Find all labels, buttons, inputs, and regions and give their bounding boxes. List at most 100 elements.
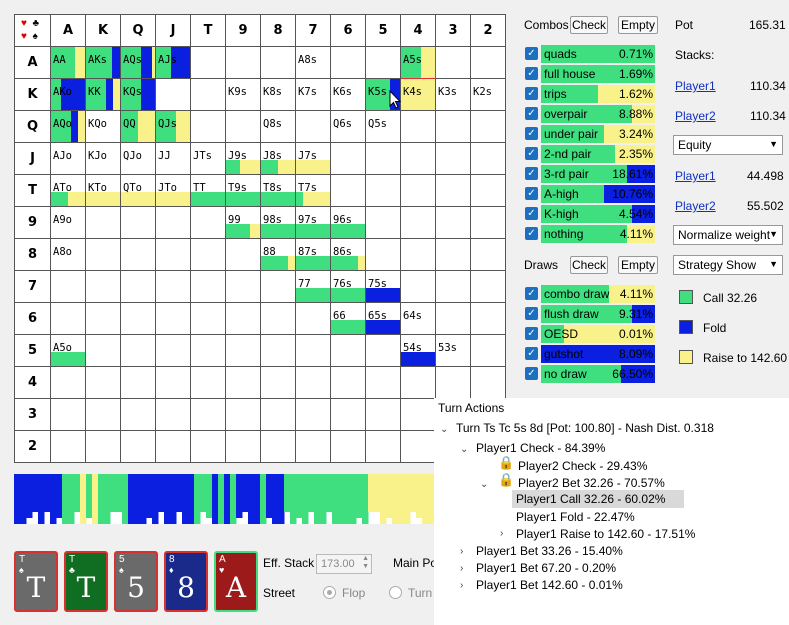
combos-filter-row[interactable]: ✓ 2-nd pair 2.35% <box>525 145 655 163</box>
hand-cell[interactable]: AJo <box>51 143 86 175</box>
hand-cell[interactable]: QJo <box>121 143 156 175</box>
empty-hand-cell[interactable] <box>121 271 156 303</box>
empty-hand-cell[interactable] <box>401 143 436 175</box>
empty-hand-cell[interactable] <box>191 399 226 431</box>
empty-hand-cell[interactable] <box>471 47 506 79</box>
hand-cell[interactable]: KQs <box>121 79 156 111</box>
hand-cell[interactable]: 86s <box>331 239 366 271</box>
chevron-down-icon[interactable]: ⌄ <box>480 479 488 490</box>
draws-filter-row[interactable]: ✓ combo draw 4.11% <box>525 285 655 303</box>
hand-cell[interactable]: AQs <box>121 47 156 79</box>
hand-cell[interactable]: A5s <box>401 47 436 79</box>
empty-hand-cell[interactable] <box>366 239 401 271</box>
hand-cell[interactable]: AKo <box>51 79 86 111</box>
empty-hand-cell[interactable] <box>51 399 86 431</box>
combos-filter-row[interactable]: ✓ quads 0.71% <box>525 45 655 63</box>
checkbox-checked-icon[interactable]: ✓ <box>525 67 538 80</box>
hand-cell[interactable]: JJ <box>156 143 191 175</box>
empty-hand-cell[interactable] <box>331 175 366 207</box>
empty-hand-cell[interactable] <box>296 335 331 367</box>
hand-cell[interactable]: 77 <box>296 271 331 303</box>
chevron-right-icon[interactable]: › <box>460 546 463 557</box>
hand-cell[interactable]: 54s <box>401 335 436 367</box>
checkbox-checked-icon[interactable]: ✓ <box>525 207 538 220</box>
hand-cell[interactable]: T8s <box>261 175 296 207</box>
checkbox-checked-icon[interactable]: ✓ <box>525 347 538 360</box>
hand-cell[interactable]: AJs <box>156 47 191 79</box>
flop-radio[interactable] <box>323 586 336 599</box>
checkbox-checked-icon[interactable]: ✓ <box>525 367 538 380</box>
empty-hand-cell[interactable] <box>331 47 366 79</box>
empty-hand-cell[interactable] <box>401 239 436 271</box>
equity-select[interactable]: Equity <box>673 135 783 155</box>
tree-node-p1-bet-142[interactable]: Player1 Bet 142.60 - 0.01% <box>476 578 623 592</box>
normalize-weight-select[interactable]: Normalize weight <box>673 225 783 245</box>
hand-cell[interactable]: 66 <box>331 303 366 335</box>
empty-hand-cell[interactable] <box>366 175 401 207</box>
empty-hand-cell[interactable] <box>86 335 121 367</box>
hand-cell[interactable]: QTo <box>121 175 156 207</box>
empty-hand-cell[interactable] <box>471 143 506 175</box>
empty-hand-cell[interactable] <box>191 271 226 303</box>
tree-node-p1-bet-33[interactable]: Player1 Bet 33.26 - 15.40% <box>476 544 623 558</box>
empty-hand-cell[interactable] <box>331 335 366 367</box>
empty-hand-cell[interactable] <box>51 431 86 463</box>
hand-cell[interactable]: A8o <box>51 239 86 271</box>
empty-hand-cell[interactable] <box>366 367 401 399</box>
hand-cell[interactable]: K7s <box>296 79 331 111</box>
hand-cell[interactable]: ATo <box>51 175 86 207</box>
empty-hand-cell[interactable] <box>261 47 296 79</box>
chevron-right-icon[interactable]: › <box>500 528 503 539</box>
hand-cell[interactable]: AQo <box>51 111 86 143</box>
hand-cell[interactable]: K6s <box>331 79 366 111</box>
empty-hand-cell[interactable] <box>436 239 471 271</box>
hand-cell[interactable]: J8s <box>261 143 296 175</box>
empty-hand-cell[interactable] <box>401 399 436 431</box>
empty-hand-cell[interactable] <box>436 175 471 207</box>
empty-hand-cell[interactable] <box>226 271 261 303</box>
hand-cell[interactable]: J7s <box>296 143 331 175</box>
checkbox-checked-icon[interactable]: ✓ <box>525 187 538 200</box>
empty-hand-cell[interactable] <box>261 367 296 399</box>
empty-hand-cell[interactable] <box>156 431 191 463</box>
board-card[interactable]: T ♣ T <box>64 551 108 612</box>
hand-cell[interactable]: A5o <box>51 335 86 367</box>
checkbox-checked-icon[interactable]: ✓ <box>525 227 538 240</box>
hand-cell[interactable]: T9s <box>226 175 261 207</box>
empty-hand-cell[interactable] <box>121 335 156 367</box>
hand-cell[interactable]: 64s <box>401 303 436 335</box>
strategy-show-select[interactable]: Strategy Show <box>673 255 783 275</box>
empty-hand-cell[interactable] <box>436 111 471 143</box>
empty-hand-cell[interactable] <box>226 367 261 399</box>
tree-node-p1-call[interactable]: Player1 Call 32.26 - 60.02% <box>516 492 665 506</box>
hand-cell[interactable]: KJo <box>86 143 121 175</box>
checkbox-checked-icon[interactable]: ✓ <box>525 147 538 160</box>
empty-hand-cell[interactable] <box>436 367 471 399</box>
draws-filter-row[interactable]: ✓ gutshot 8.09% <box>525 345 655 363</box>
empty-hand-cell[interactable] <box>331 367 366 399</box>
hand-cell[interactable]: K3s <box>436 79 471 111</box>
empty-hand-cell[interactable] <box>86 367 121 399</box>
empty-hand-cell[interactable] <box>226 47 261 79</box>
empty-hand-cell[interactable] <box>86 271 121 303</box>
hand-cell[interactable]: 88 <box>261 239 296 271</box>
empty-hand-cell[interactable] <box>471 111 506 143</box>
empty-hand-cell[interactable] <box>156 207 191 239</box>
tree-node-p1-fold[interactable]: Player1 Fold - 22.47% <box>516 510 635 524</box>
hand-cell[interactable]: KQo <box>86 111 121 143</box>
hand-cell[interactable]: QQ <box>121 111 156 143</box>
empty-hand-cell[interactable] <box>471 175 506 207</box>
empty-hand-cell[interactable] <box>86 207 121 239</box>
empty-hand-cell[interactable] <box>296 431 331 463</box>
hand-cell[interactable]: 53s <box>436 335 471 367</box>
board-card[interactable]: 5 ♠ 5 <box>114 551 158 612</box>
tree-node-root[interactable]: Turn Ts Tc 5s 8d [Pot: 100.80] - Nash Di… <box>456 421 714 435</box>
empty-hand-cell[interactable] <box>296 399 331 431</box>
empty-hand-cell[interactable] <box>436 47 471 79</box>
tree-node-p2-bet[interactable]: Player2 Bet 32.26 - 70.57% <box>518 476 665 490</box>
draws-empty-button[interactable]: Empty <box>618 256 658 274</box>
checkbox-checked-icon[interactable]: ✓ <box>525 167 538 180</box>
combos-filter-row[interactable]: ✓ overpair 8.88% <box>525 105 655 123</box>
empty-hand-cell[interactable] <box>471 303 506 335</box>
checkbox-checked-icon[interactable]: ✓ <box>525 47 538 60</box>
